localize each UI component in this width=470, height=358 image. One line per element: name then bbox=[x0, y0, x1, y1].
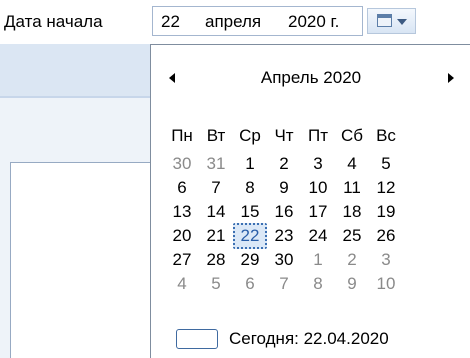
calendar-day[interactable]: 4 bbox=[165, 273, 199, 295]
today-indicator[interactable] bbox=[176, 329, 218, 349]
background-panel bbox=[0, 96, 150, 358]
calendar-day[interactable]: 11 bbox=[335, 177, 369, 199]
calendar-day[interactable]: 2 bbox=[335, 249, 369, 271]
calendar-dropdown-button[interactable] bbox=[367, 8, 416, 34]
calendar-day[interactable]: 10 bbox=[301, 177, 335, 199]
date-month[interactable]: апреля bbox=[205, 12, 261, 32]
background-content-area bbox=[10, 162, 150, 358]
calendar-day[interactable]: 8 bbox=[233, 177, 267, 199]
calendar-popup: Апрель 2020 Пн Вт Ср Чт Пт Сб Вс 30 31 1 2 3 4 5 6 7 8 9 1… bbox=[150, 44, 470, 358]
calendar-day[interactable]: 19 bbox=[369, 201, 403, 223]
calendar-day[interactable]: 1 bbox=[301, 249, 335, 271]
calendar-day[interactable]: 2 bbox=[267, 153, 301, 175]
calendar-day[interactable]: 29 bbox=[233, 249, 267, 271]
weekday-header: Пт bbox=[307, 126, 328, 145]
calendar-icon bbox=[377, 14, 392, 27]
calendar-day[interactable]: 28 bbox=[199, 249, 233, 271]
calendar-day[interactable]: 30 bbox=[267, 249, 301, 271]
chevron-right-icon[interactable] bbox=[448, 73, 454, 83]
calendar-day[interactable]: 7 bbox=[199, 177, 233, 199]
calendar-day[interactable]: 12 bbox=[369, 177, 403, 199]
today-button[interactable]: Сегодня: 22.04.2020 bbox=[229, 329, 389, 349]
date-day[interactable]: 22 bbox=[161, 12, 180, 32]
calendar-day[interactable]: 10 bbox=[369, 273, 403, 295]
calendar-day[interactable]: 8 bbox=[301, 273, 335, 295]
start-date-label: Дата начала bbox=[4, 12, 103, 31]
date-year[interactable]: 2020 г. bbox=[288, 12, 339, 32]
calendar-day[interactable]: 25 bbox=[335, 225, 369, 247]
toolbar-row: Дата начала 22 апреля 2020 г. bbox=[0, 0, 470, 44]
calendar-day[interactable]: 7 bbox=[267, 273, 301, 295]
start-date-input[interactable]: 22 апреля 2020 г. bbox=[152, 6, 363, 36]
calendar-day[interactable]: 30 bbox=[165, 153, 199, 175]
calendar-day[interactable]: 1 bbox=[233, 153, 267, 175]
calendar-day[interactable]: 31 bbox=[199, 153, 233, 175]
background-strip bbox=[0, 44, 150, 96]
calendar-day[interactable]: 9 bbox=[267, 177, 301, 199]
weekday-header: Сб bbox=[340, 126, 363, 145]
calendar-day[interactable]: 9 bbox=[335, 273, 369, 295]
weekday-header: Пн bbox=[171, 126, 193, 145]
weekday-header: Вт bbox=[206, 126, 226, 145]
calendar-day[interactable]: 23 bbox=[267, 225, 301, 247]
calendar-day[interactable]: 3 bbox=[301, 153, 335, 175]
calendar-day[interactable]: 26 bbox=[369, 225, 403, 247]
calendar-day[interactable]: 20 bbox=[165, 225, 199, 247]
calendar-day[interactable]: 27 bbox=[165, 249, 199, 271]
weekday-header: Вс bbox=[376, 126, 396, 145]
calendar-day-selected[interactable]: 22 bbox=[233, 223, 267, 249]
calendar-day[interactable]: 14 bbox=[199, 201, 233, 223]
calendar-day[interactable]: 13 bbox=[165, 201, 199, 223]
weekday-header: Чт bbox=[274, 126, 294, 145]
calendar-day[interactable]: 6 bbox=[233, 273, 267, 295]
calendar-day[interactable]: 17 bbox=[301, 201, 335, 223]
calendar-day[interactable]: 24 bbox=[301, 225, 335, 247]
calendar-day[interactable]: 5 bbox=[199, 273, 233, 295]
month-title[interactable]: Апрель 2020 bbox=[151, 68, 470, 88]
calendar-day[interactable]: 16 bbox=[267, 201, 301, 223]
weekday-header: Ср bbox=[239, 126, 261, 145]
calendar-day[interactable]: 21 bbox=[199, 225, 233, 247]
chevron-down-icon bbox=[397, 19, 407, 25]
calendar-day[interactable]: 4 bbox=[335, 153, 369, 175]
calendar-day[interactable]: 6 bbox=[165, 177, 199, 199]
calendar-day[interactable]: 15 bbox=[233, 201, 267, 223]
calendar-day[interactable]: 18 bbox=[335, 201, 369, 223]
calendar-day[interactable]: 3 bbox=[369, 249, 403, 271]
calendar-day[interactable]: 5 bbox=[369, 153, 403, 175]
